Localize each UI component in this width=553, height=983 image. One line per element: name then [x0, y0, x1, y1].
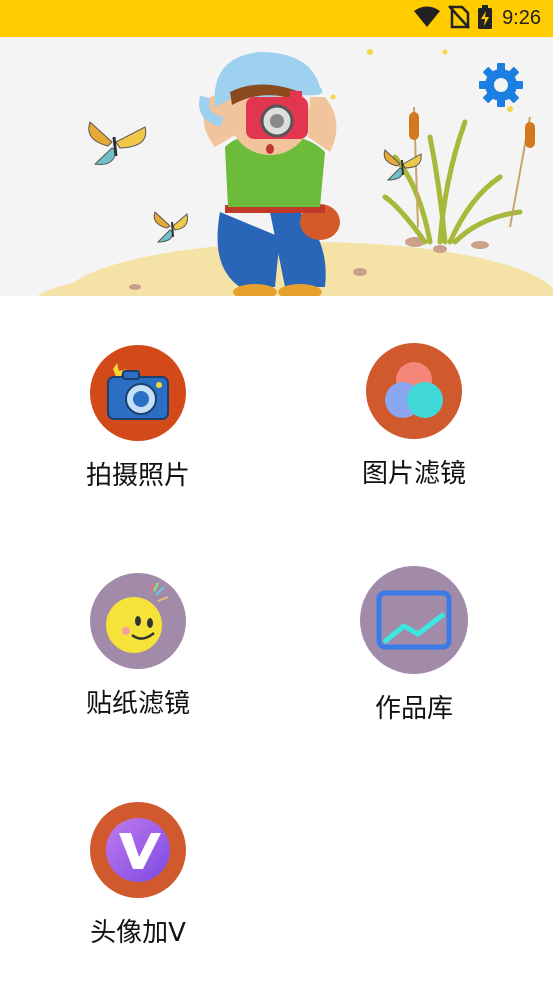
menu-item-sticker-filter[interactable]: 贴纸滤镜 [28, 573, 248, 720]
butterfly [88, 121, 147, 165]
banner-illustration [0, 37, 553, 296]
color-circles-icon [366, 343, 462, 439]
status-time: 9:26 [502, 7, 541, 29]
menu-item-label: 图片滤镜 [361, 459, 466, 489]
status-icons: 9:26 [414, 0, 541, 37]
menu-item-take-photo[interactable]: 拍摄照片 [28, 345, 248, 492]
settings-gear-icon[interactable] [477, 61, 525, 109]
camera-icon [90, 345, 186, 441]
menu-item-image-filter[interactable]: 图片滤镜 [304, 343, 524, 490]
menu-item-gallery[interactable]: 作品库 [304, 566, 524, 725]
battery-charging-icon [478, 4, 493, 33]
menu-item-label: 拍摄照片 [85, 461, 190, 491]
kid-photographer-illustration [37, 49, 553, 296]
wifi-icon [414, 6, 441, 32]
gallery-image-icon [360, 566, 468, 674]
status-bar: 9:26 [0, 0, 553, 37]
v-badge-icon [90, 802, 186, 898]
menu-item-label: 贴纸滤镜 [85, 689, 190, 719]
menu-item-label: 作品库 [374, 694, 453, 724]
menu-item-avatar-v[interactable]: 头像加V [28, 802, 248, 949]
menu-item-label: 头像加V [90, 918, 186, 948]
no-sim-icon [448, 4, 470, 33]
smiley-sticker-icon [90, 573, 186, 669]
